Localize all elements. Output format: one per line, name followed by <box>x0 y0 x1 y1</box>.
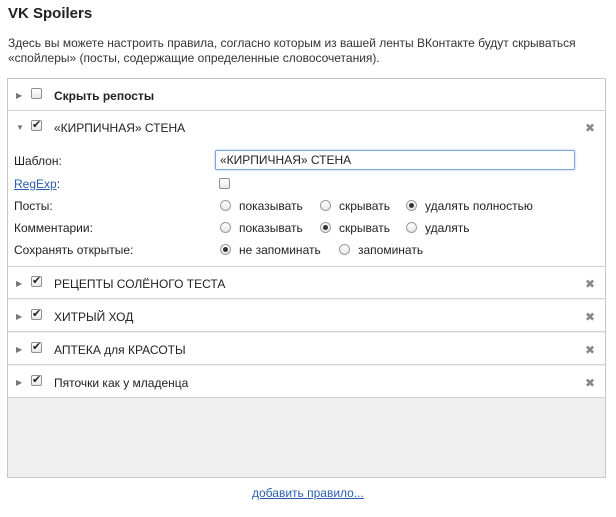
comments-radio-hide[interactable] <box>320 222 331 233</box>
comments-radio-show[interactable] <box>220 222 231 233</box>
posts-option-delete: удалять полностью <box>425 199 533 213</box>
rule-enabled-checkbox[interactable] <box>31 340 42 353</box>
hide-reposts-row[interactable]: ▶ Скрыть репосты <box>8 79 605 111</box>
close-icon[interactable]: ✖ <box>585 121 595 135</box>
rule-row[interactable]: ▶ ХИТРЫЙ ХОД ✖ <box>8 300 605 332</box>
save-radio-yes[interactable] <box>339 244 350 255</box>
triangle-right-icon[interactable]: ▶ <box>16 345 22 354</box>
close-icon[interactable]: ✖ <box>585 277 595 291</box>
save-open-label: Сохранять открытые: <box>14 243 134 257</box>
comments-label: Комментарии: <box>14 221 93 235</box>
triangle-right-icon[interactable]: ▶ <box>16 279 22 288</box>
regexp-link[interactable]: RegExp <box>14 177 57 191</box>
regexp-checkbox[interactable] <box>219 178 230 189</box>
triangle-right-icon[interactable]: ▶ <box>16 378 22 387</box>
rule-enabled-checkbox[interactable] <box>31 373 42 386</box>
rule-title: Пяточки как у младенца <box>54 376 189 390</box>
rule-row[interactable]: ▶ Пяточки как у младенца ✖ <box>8 366 605 398</box>
rule-enabled-checkbox[interactable] <box>31 274 42 287</box>
posts-radio-delete[interactable] <box>406 200 417 211</box>
rule-row[interactable]: ▶ АПТЕКА для КРАСОТЫ ✖ <box>8 333 605 365</box>
posts-label: Посты: <box>14 199 53 213</box>
triangle-right-icon[interactable]: ▶ <box>16 312 22 321</box>
comments-option-delete: удалять <box>425 221 470 235</box>
posts-option-hide: скрывать <box>339 199 390 213</box>
template-input[interactable] <box>215 150 575 170</box>
comments-option-show: показывать <box>239 221 303 235</box>
rule-enabled-checkbox[interactable] <box>31 118 42 131</box>
close-icon[interactable]: ✖ <box>585 376 595 390</box>
description: Здесь вы можете настроить правила, согла… <box>8 36 576 65</box>
hide-reposts-checkbox[interactable] <box>31 88 42 99</box>
rules-panel: ▶ Скрыть репосты ▼ «КИРПИЧНАЯ» СТЕНА ✖ Ш… <box>7 78 606 478</box>
close-icon[interactable]: ✖ <box>585 310 595 324</box>
rule-title: РЕЦЕПТЫ СОЛЁНОГО ТЕСТА <box>54 277 226 291</box>
comments-option-hide: скрывать <box>339 221 390 235</box>
triangle-down-icon[interactable]: ▼ <box>16 123 24 132</box>
rule-title: АПТЕКА для КРАСОТЫ <box>54 343 186 357</box>
rule-title: «КИРПИЧНАЯ» СТЕНА <box>54 121 186 135</box>
rule-header-expanded[interactable]: ▼ «КИРПИЧНАЯ» СТЕНА ✖ <box>8 111 605 143</box>
comments-radio-delete[interactable] <box>406 222 417 233</box>
rule-row[interactable]: ▶ РЕЦЕПТЫ СОЛЁНОГО ТЕСТА ✖ <box>8 267 605 299</box>
close-icon[interactable]: ✖ <box>585 343 595 357</box>
save-option-yes: запоминать <box>358 243 424 257</box>
posts-radio-hide[interactable] <box>320 200 331 211</box>
regexp-label: RegExp: <box>14 177 60 191</box>
template-label: Шаблон: <box>14 154 62 168</box>
save-option-no: не запоминать <box>239 243 321 257</box>
posts-option-show: показывать <box>239 199 303 213</box>
rule-title: ХИТРЫЙ ХОД <box>54 310 134 324</box>
rule-enabled-checkbox[interactable] <box>31 307 42 320</box>
hide-reposts-label: Скрыть репосты <box>54 89 155 103</box>
triangle-right-icon[interactable]: ▶ <box>16 91 22 100</box>
posts-radio-show[interactable] <box>220 200 231 211</box>
app-title: VK Spoilers <box>8 5 93 22</box>
rule-settings: Шаблон: RegExp: Посты: показывать скрыва… <box>8 143 605 267</box>
regexp-colon: : <box>56 177 61 191</box>
add-rule-link[interactable]: добавить правило... <box>252 486 364 500</box>
save-radio-no[interactable] <box>220 244 231 255</box>
